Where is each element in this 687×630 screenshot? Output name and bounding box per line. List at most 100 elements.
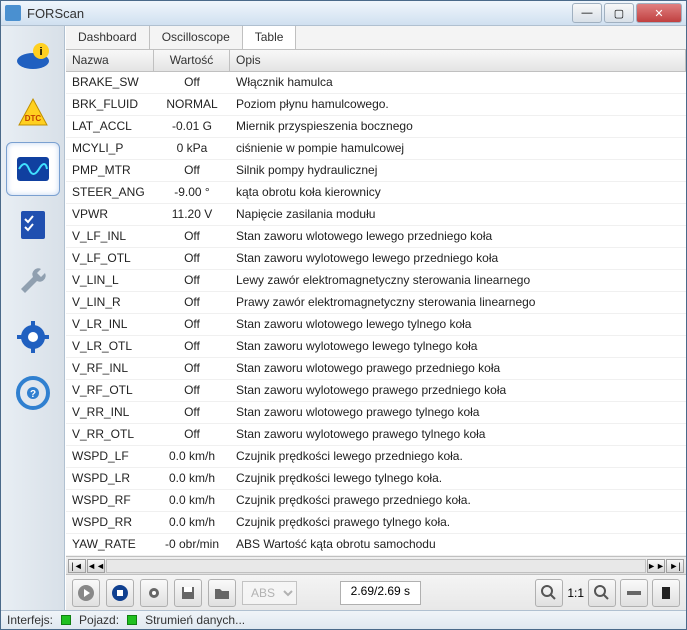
cell-value: 0.0 km/h — [154, 512, 230, 533]
table-row[interactable]: MCYLI_P0 kPaciśnienie w pompie hamulcowe… — [66, 138, 686, 160]
table-row[interactable]: V_LF_OTLOffStan zaworu wylotowego lewego… — [66, 248, 686, 270]
sidebar-tests[interactable] — [6, 198, 60, 252]
ruler-button[interactable] — [620, 579, 648, 607]
sidebar-dtc[interactable]: DTC — [6, 86, 60, 140]
cell-desc: kąta obrotu koła kierownicy — [230, 182, 686, 203]
cell-value: Off — [154, 314, 230, 335]
status-bar: Interfejs: Pojazd: Strumień danych... — [1, 610, 686, 629]
table-row[interactable]: LAT_ACCL-0.01 GMiernik przyspieszenia bo… — [66, 116, 686, 138]
table-row[interactable]: V_RF_INLOffStan zaworu wlotowego prawego… — [66, 358, 686, 380]
minimize-button[interactable]: — — [572, 3, 602, 23]
gear-icon — [13, 317, 53, 357]
cell-desc: Stan zaworu wlotowego prawego tylnego ko… — [230, 402, 686, 423]
tab-table[interactable]: Table — [243, 26, 297, 49]
stop-button[interactable] — [106, 579, 134, 607]
cell-desc: Czujnik prędkości prawego tylnego koła. — [230, 512, 686, 533]
cell-value: 0.0 km/h — [154, 468, 230, 489]
table-row[interactable]: V_LR_INLOffStan zaworu wlotowego lewego … — [66, 314, 686, 336]
cell-name: V_LR_INL — [66, 314, 154, 335]
cell-desc: Stan zaworu wlotowego lewego tylnego koł… — [230, 314, 686, 335]
cell-value: -0 obr/min — [154, 534, 230, 555]
maximize-button[interactable]: ▢ — [604, 3, 634, 23]
table-row[interactable]: V_RR_OTLOffStan zaworu wylotowego praweg… — [66, 424, 686, 446]
play-button[interactable] — [72, 579, 100, 607]
zoom-fit-button[interactable] — [535, 579, 563, 607]
table-row[interactable]: V_LR_OTLOffStan zaworu wylotowego lewego… — [66, 336, 686, 358]
cell-value: Off — [154, 270, 230, 291]
wrench-icon — [13, 261, 53, 301]
cell-desc: Stan zaworu wlotowego lewego przedniego … — [230, 226, 686, 247]
table-row[interactable]: WSPD_RR0.0 km/hCzujnik prędkości prawego… — [66, 512, 686, 534]
zoom-in-button[interactable] — [588, 579, 616, 607]
table-row[interactable]: STEER_ANG-9.00 °kąta obrotu koła kierown… — [66, 182, 686, 204]
toolbar: ABS 2.69/2.69 s 1:1 — [66, 574, 686, 610]
checklist-icon — [13, 205, 53, 245]
window-buttons: — ▢ ✕ — [572, 3, 682, 23]
cell-desc: Miernik przyspieszenia bocznego — [230, 116, 686, 137]
cell-name: V_RR_INL — [66, 402, 154, 423]
cell-desc: Stan zaworu wylotowego prawego przednieg… — [230, 380, 686, 401]
table-row[interactable]: V_RR_INLOffStan zaworu wlotowego prawego… — [66, 402, 686, 424]
cell-name: V_LF_OTL — [66, 248, 154, 269]
table-row[interactable]: PMP_MTROffSilnik pompy hydraulicznej — [66, 160, 686, 182]
col-header-value[interactable]: Wartość — [154, 50, 230, 71]
table-row[interactable]: WSPD_LF0.0 km/hCzujnik prędkości lewego … — [66, 446, 686, 468]
cell-name: VPWR — [66, 204, 154, 225]
sidebar-oscilloscope[interactable] — [6, 142, 60, 196]
gear-small-icon — [145, 584, 163, 602]
cell-value: 0.0 km/h — [154, 490, 230, 511]
steering-help-icon: ? — [13, 373, 53, 413]
sidebar-service[interactable] — [6, 254, 60, 308]
scroll-first-button[interactable]: |◄ — [68, 559, 86, 573]
cell-desc: Stan zaworu wlotowego prawego przedniego… — [230, 358, 686, 379]
play-icon — [77, 584, 95, 602]
status-interface-label: Interfejs: — [7, 613, 53, 627]
app-body: i DTC ? Dashboard Osci — [1, 26, 686, 610]
table-row[interactable]: YAW_RATE-0 obr/minABS Wartość kąta obrot… — [66, 534, 686, 556]
cell-value: Off — [154, 292, 230, 313]
table-row[interactable]: WSPD_LR0.0 km/hCzujnik prędkości lewego … — [66, 468, 686, 490]
tab-dashboard[interactable]: Dashboard — [66, 26, 150, 49]
tab-oscilloscope[interactable]: Oscilloscope — [150, 26, 243, 49]
table-row[interactable]: WSPD_RF0.0 km/hCzujnik prędkości prawego… — [66, 490, 686, 512]
sidebar-vehicle[interactable]: i — [6, 30, 60, 84]
window-title: FORScan — [27, 6, 572, 21]
cell-value: 0.0 km/h — [154, 446, 230, 467]
table-row[interactable]: V_LF_INLOffStan zaworu wlotowego lewego … — [66, 226, 686, 248]
scroll-prev-button[interactable]: ◄◄ — [87, 559, 105, 573]
scroll-last-button[interactable]: ►| — [666, 559, 684, 573]
scroll-track[interactable] — [106, 559, 646, 573]
module-select[interactable]: ABS — [242, 581, 297, 605]
cell-name: V_LIN_R — [66, 292, 154, 313]
interface-indicator — [61, 615, 71, 625]
settings-button[interactable] — [140, 579, 168, 607]
col-header-name[interactable]: Nazwa — [66, 50, 154, 71]
main-panel: Dashboard Oscilloscope Table Nazwa Warto… — [65, 26, 686, 610]
cell-desc: ciśnienie w pompie hamulcowej — [230, 138, 686, 159]
table-row[interactable]: V_LIN_ROffPrawy zawór elektromagnetyczny… — [66, 292, 686, 314]
table-row[interactable]: BRAKE_SWOffWłącznik hamulca — [66, 72, 686, 94]
cell-value: Off — [154, 402, 230, 423]
cell-name: BRAKE_SW — [66, 72, 154, 93]
table-row[interactable]: V_LIN_LOffLewy zawór elektromagnetyczny … — [66, 270, 686, 292]
table-row[interactable]: BRK_FLUIDNORMALPoziom płynu hamulcowego. — [66, 94, 686, 116]
svg-text:DTC: DTC — [24, 114, 41, 123]
cell-name: LAT_ACCL — [66, 116, 154, 137]
table-row[interactable]: V_RF_OTLOffStan zaworu wylotowego praweg… — [66, 380, 686, 402]
save-button[interactable] — [174, 579, 202, 607]
table-row[interactable]: VPWR11.20 VNapięcie zasilania modułu — [66, 204, 686, 226]
cell-name: PMP_MTR — [66, 160, 154, 181]
close-button[interactable]: ✕ — [636, 3, 682, 23]
open-button[interactable] — [208, 579, 236, 607]
app-window: FORScan — ▢ ✕ i DTC — [0, 0, 687, 630]
scroll-next-button[interactable]: ►► — [647, 559, 665, 573]
sidebar-help[interactable]: ? — [6, 366, 60, 420]
cell-desc: Stan zaworu wylotowego prawego tylnego k… — [230, 424, 686, 445]
status-stream-label: Strumień danych... — [145, 613, 245, 627]
cell-name: WSPD_RF — [66, 490, 154, 511]
marker-button[interactable] — [652, 579, 680, 607]
sidebar-config[interactable] — [6, 310, 60, 364]
col-header-desc[interactable]: Opis — [230, 50, 686, 71]
grid-body[interactable]: BRAKE_SWOffWłącznik hamulcaBRK_FLUIDNORM… — [66, 72, 686, 556]
magnifier-plus-icon — [593, 584, 611, 602]
